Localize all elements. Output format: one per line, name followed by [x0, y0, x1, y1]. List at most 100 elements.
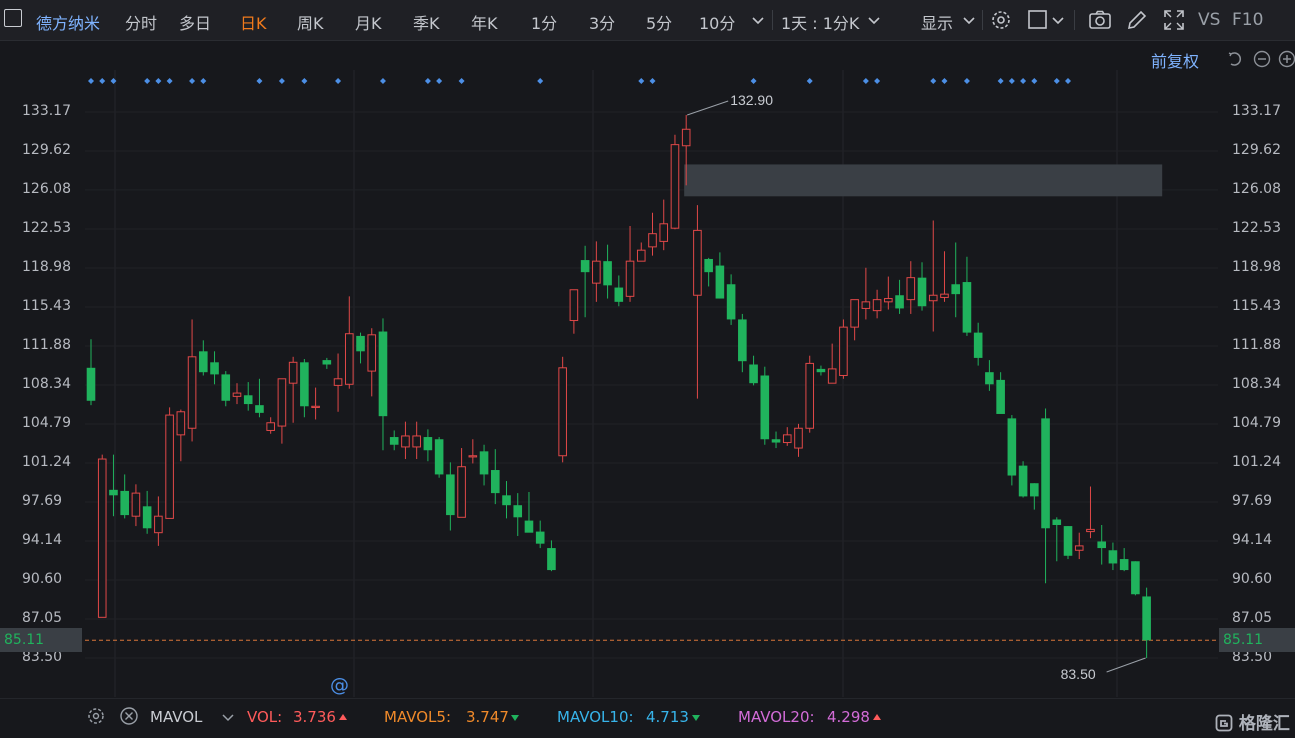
event-marker	[88, 78, 94, 84]
adjust-mode-button[interactable]: 前复权	[1151, 48, 1199, 72]
candle-body-down	[1063, 526, 1073, 556]
candle-body-down	[434, 439, 444, 475]
candle-body-up	[367, 334, 377, 372]
gear-icon[interactable]	[989, 8, 1013, 32]
y-axis-tick-label: 118.98	[1232, 258, 1281, 275]
candlestick-chart[interactable]: 132.90 83.50 @	[85, 70, 1218, 697]
candle-body-up	[176, 411, 186, 436]
candle-body-down	[603, 261, 612, 286]
y-axis-tick-label: 104.79	[22, 414, 71, 431]
event-marker	[1020, 78, 1027, 84]
candle-body-up	[333, 378, 343, 386]
tab-quarterly-k[interactable]: 季K	[413, 10, 440, 34]
tab-multi-day[interactable]: 多日	[179, 10, 211, 34]
chevron-down-icon[interactable]	[750, 10, 766, 30]
event-marker	[862, 78, 869, 84]
candle-body-up	[277, 378, 287, 427]
candle-body-down	[1007, 418, 1017, 476]
zoom-in-icon[interactable]	[1278, 50, 1295, 68]
period-select[interactable]: 1天 : 1分K	[781, 10, 859, 34]
mavol5-label: MAVOL5:	[384, 708, 452, 726]
candle-body-down	[1119, 559, 1129, 571]
event-marker	[963, 78, 970, 84]
indicator-select[interactable]: MAVOL	[150, 708, 202, 726]
event-marker	[189, 78, 196, 84]
fullscreen-icon[interactable]	[1162, 8, 1186, 32]
vs-button[interactable]: VS	[1198, 10, 1220, 30]
event-marker	[424, 78, 431, 84]
candle-body-up	[782, 434, 792, 444]
event-marker	[638, 78, 645, 84]
candle-body-up	[636, 249, 646, 262]
y-axis-tick-label: 87.05	[1232, 609, 1273, 626]
candle-body-down	[996, 379, 1005, 414]
mavol10-label: MAVOL10:	[557, 708, 634, 726]
candle-body-up	[884, 298, 893, 303]
candle-body-up	[468, 455, 478, 458]
f10-button[interactable]: F10	[1232, 10, 1263, 30]
chevron-down-icon[interactable]	[961, 10, 977, 30]
candle-body-up	[401, 435, 410, 448]
tab-daily-k[interactable]: 日K	[240, 10, 267, 34]
event-marker	[930, 78, 937, 84]
tab-10min[interactable]: 10分	[699, 10, 735, 34]
candle-body-down	[243, 395, 253, 405]
stock-checkbox[interactable]	[4, 9, 22, 27]
toolbar-divider	[982, 10, 983, 30]
pencil-icon[interactable]	[1125, 8, 1149, 32]
chevron-down-icon[interactable]	[866, 10, 882, 30]
candle-body-down	[356, 335, 365, 352]
gear-icon[interactable]	[86, 706, 106, 726]
candle-body-down	[1030, 483, 1039, 497]
candle-body-down	[726, 284, 736, 320]
candle-body-up	[131, 492, 141, 517]
tab-1min[interactable]: 1分	[531, 10, 557, 34]
candle-body-up	[648, 233, 657, 248]
y-axis-tick-label: 122.53	[22, 219, 71, 236]
y-axis-tick-label: 126.08	[1232, 180, 1281, 197]
display-menu[interactable]: 显示	[921, 10, 953, 34]
candle-body-down	[917, 277, 927, 307]
event-marker	[110, 78, 117, 84]
candle-body-down	[109, 489, 118, 496]
event-marker	[379, 78, 386, 84]
candle-body-down	[1131, 561, 1140, 595]
y-axis-tick-label: 129.62	[22, 142, 71, 159]
y-axis-tick-label: 97.69	[1232, 493, 1273, 510]
candle-body-down	[985, 372, 994, 385]
mavol10-value: 4.713	[646, 708, 689, 726]
candle-body-down	[614, 287, 624, 302]
tab-3min[interactable]: 3分	[589, 10, 615, 34]
candle-body-up	[266, 422, 275, 431]
candle-body-up	[154, 515, 163, 534]
tab-weekly-k[interactable]: 周K	[297, 10, 324, 34]
tab-intraday[interactable]: 分时	[125, 10, 157, 34]
event-marker	[278, 78, 285, 84]
square-shape-icon[interactable]	[1026, 8, 1050, 32]
candle-body-up	[592, 260, 601, 284]
tab-5min[interactable]: 5分	[646, 10, 672, 34]
resistance-zone	[684, 164, 1163, 197]
chart-toolbar: 德方纳米 分时 多日 日K 周K 月K 季K 年K 1分 3分 5分 10分 1…	[0, 0, 1295, 41]
tab-yearly-k[interactable]: 年K	[471, 10, 498, 34]
up-arrow-icon	[339, 714, 347, 720]
toolbar-divider	[1074, 10, 1075, 30]
undo-icon[interactable]	[1226, 50, 1244, 68]
y-axis-tick-label: 101.24	[1232, 453, 1281, 470]
candle-body-up	[1086, 528, 1095, 533]
stock-name[interactable]: 德方纳米	[36, 10, 100, 34]
candle-body-down	[210, 362, 219, 375]
tab-monthly-k[interactable]: 月K	[355, 10, 382, 34]
event-marker	[200, 78, 207, 84]
camera-icon[interactable]	[1088, 8, 1112, 32]
chevron-down-icon[interactable]	[220, 709, 236, 725]
candle-body-down	[524, 520, 534, 533]
close-icon[interactable]	[119, 706, 139, 726]
y-axis-tick-label: 122.53	[1232, 219, 1281, 236]
candle-body-down	[738, 319, 747, 362]
zoom-out-icon[interactable]	[1253, 50, 1271, 68]
candle-body-down	[771, 439, 781, 443]
candle-body-down	[502, 495, 511, 506]
candle-body-down	[490, 470, 500, 494]
chevron-down-icon[interactable]	[1050, 10, 1066, 30]
